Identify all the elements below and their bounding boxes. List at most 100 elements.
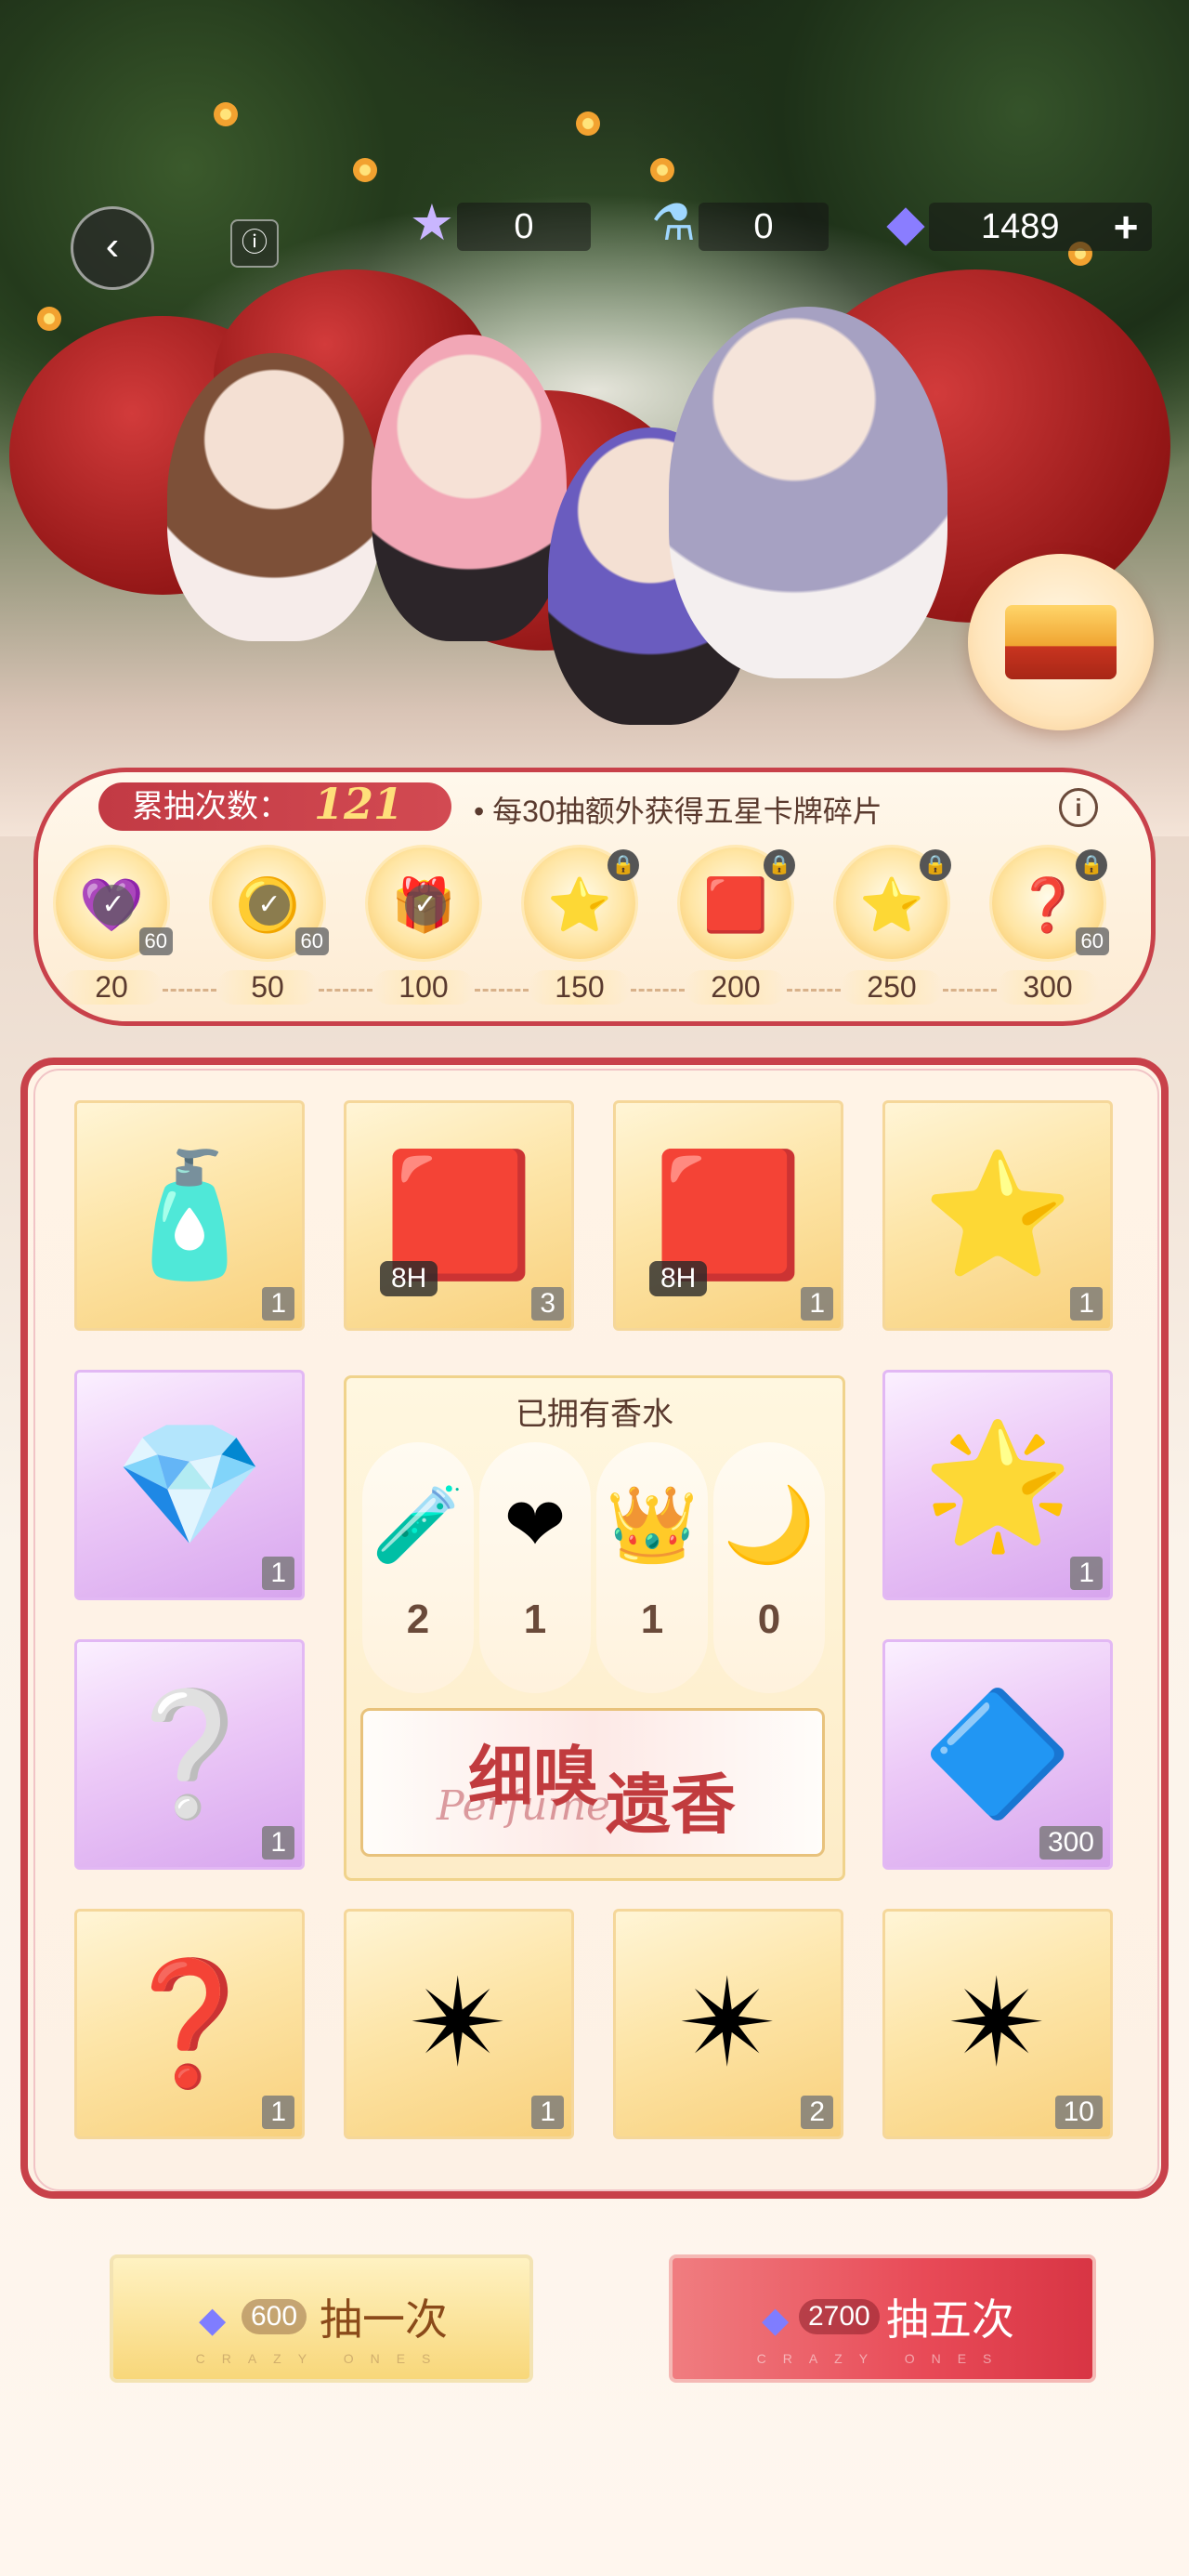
reward-tier-label: 200 (685, 970, 787, 1005)
mystery-gold-icon: ❓ (1015, 875, 1080, 934)
owned-perfume-slot[interactable]: 🧪 2 (362, 1442, 474, 1693)
tier-connector (787, 989, 841, 992)
rainbow-star-card[interactable]: ✴ 10 (882, 1909, 1113, 2139)
rainbow-star-card[interactable]: ✴ 2 (613, 1909, 843, 2139)
potion-currency-icon: ⚗ (650, 195, 697, 251)
mystery-perfume-card[interactable]: 🧴 1 (74, 1100, 305, 1331)
potion-currency-count: 0 (699, 203, 829, 251)
red-heart-perfume-icon: ❤ (503, 1483, 567, 1566)
star-currency-icon: ★ (409, 195, 455, 251)
add-diamond-button[interactable]: + (1102, 205, 1150, 249)
tier-connector (631, 989, 685, 992)
claimed-check-icon: ✓ (93, 885, 134, 926)
prize-quantity: 1 (1070, 1557, 1103, 1590)
prize-item-icon: ❓ (114, 1955, 265, 2091)
owned-perfume-slot[interactable]: 🌙 0 (713, 1442, 825, 1693)
reward-tier-label: 300 (997, 970, 1099, 1005)
gold-mystery-card[interactable]: ❓ 1 (74, 1909, 305, 2139)
purple-mystery-card[interactable]: ❔ 1 (74, 1639, 305, 1870)
claimed-check-icon: ✓ (249, 885, 290, 926)
reward-tier-label: 50 (216, 970, 319, 1005)
gold-star-medal-card[interactable]: 🌟 1 (882, 1370, 1113, 1600)
draw-once-label: 抽一次 (320, 2295, 448, 2344)
owned-perfume-count: 0 (757, 1597, 781, 1642)
reward-node[interactable]: ⭐ 🔒 (827, 848, 957, 963)
reward-quantity: 60 (1075, 927, 1109, 955)
rainbow-star-card[interactable]: ✴ 1 (344, 1909, 574, 2139)
reward-quantity: 60 (138, 927, 173, 955)
prize-quantity: 10 (1054, 2096, 1103, 2129)
red-cube-card[interactable]: 🟥 8H 3 (344, 1100, 574, 1331)
lock-icon: 🔒 (920, 849, 951, 881)
prize-quantity: 1 (262, 2096, 294, 2129)
prize-item-icon: ❔ (114, 1686, 265, 1821)
lock-icon: 🔒 (1076, 849, 1107, 881)
prize-quantity: 1 (531, 2096, 564, 2129)
prize-quantity: 1 (1070, 1287, 1103, 1321)
red-card-box-icon: 🟥 (703, 875, 768, 934)
lock-icon: 🔒 (764, 849, 795, 881)
tier-connector (943, 989, 997, 992)
reward-node[interactable]: 🎁✓ (359, 848, 489, 963)
star-icon: ⭐ (859, 875, 924, 934)
teal-bag-perfume-icon: 🧪 (372, 1483, 464, 1566)
prize-quantity: 1 (262, 1826, 294, 1860)
prize-quantity: 1 (262, 1557, 294, 1590)
reward-node[interactable]: 🟥 🔒 (671, 848, 801, 963)
diamond-icon: ◆ (199, 2301, 227, 2340)
reward-node[interactable]: 💜✓60 (46, 848, 176, 963)
reward-node[interactable]: ❓ 🔒 60 (983, 848, 1113, 963)
accumulate-info-icon[interactable]: i (1059, 788, 1098, 827)
prize-quantity: 3 (531, 1287, 564, 1321)
reward-tier-label: 20 (60, 970, 163, 1005)
star-card[interactable]: ⭐ 1 (882, 1100, 1113, 1331)
pool-info-button[interactable]: ⓘ (230, 219, 279, 268)
owned-perfume-title: 已拥有香水 (516, 1397, 673, 1432)
gold-crown-perfume-icon: 👑 (606, 1483, 699, 1566)
red-cube-card[interactable]: 🟥 8H 1 (613, 1100, 843, 1331)
reward-quantity: 60 (294, 927, 329, 955)
owned-perfume-count: 2 (406, 1597, 430, 1642)
blue-crystal-card[interactable]: 🔷 300 (882, 1639, 1113, 1870)
prize-timer: 8H (649, 1261, 708, 1296)
draw-five-label: 抽五次 (886, 2295, 1014, 2344)
prize-item-icon: 💎 (114, 1416, 265, 1552)
prize-item-icon: ✴ (947, 1955, 1049, 2091)
draw-five-cost: 2700 (799, 2299, 880, 2334)
prize-item-icon: 🧴 (114, 1147, 265, 1282)
reward-node[interactable]: ⭐ 🔒 (515, 848, 645, 963)
prize-quantity: 300 (1039, 1826, 1103, 1860)
gift-box-icon[interactable] (968, 554, 1154, 730)
prize-item-icon: 🔷 (922, 1686, 1073, 1821)
owned-perfume-slot[interactable]: 👑 1 (596, 1442, 708, 1693)
prize-item-icon: ✴ (408, 1955, 510, 2091)
purple-moon-perfume-icon: 🌙 (723, 1483, 816, 1566)
claimed-check-icon: ✓ (405, 885, 446, 926)
diamond-box-card[interactable]: 💎 1 (74, 1370, 305, 1600)
prize-item-icon: ⭐ (922, 1147, 1073, 1282)
prize-quantity: 1 (262, 1287, 294, 1321)
star-icon: ⭐ (547, 875, 612, 934)
owned-perfume-slot[interactable]: ❤ 1 (479, 1442, 591, 1693)
draw-once-cost: 600 (242, 2299, 307, 2334)
perfume-banner-title-2: 遗香 (606, 1766, 736, 1843)
perfume-banner-title-1: 细嗅 (468, 1738, 598, 1815)
prize-item-icon: 🌟 (922, 1416, 1073, 1552)
tier-connector (319, 989, 372, 992)
hero-artwork (0, 0, 1189, 836)
prize-timer: 8H (380, 1261, 438, 1296)
draw-once-button[interactable]: ◆ 600 抽一次 CRAZY ONES (110, 2254, 533, 2383)
accumulate-hint: • 每30抽额外获得五星卡牌碎片 (474, 795, 882, 828)
back-button[interactable]: ‹ (71, 206, 154, 290)
draw-five-tag: CRAZY ONES (756, 2351, 1009, 2366)
tier-connector (163, 989, 216, 992)
reward-tier-label: 150 (529, 970, 631, 1005)
prize-item-icon: ✴ (677, 1955, 779, 2091)
reward-tier-label: 100 (372, 970, 475, 1005)
draw-once-tag: CRAZY ONES (195, 2351, 448, 2366)
owned-perfume-count: 1 (640, 1597, 664, 1642)
star-currency-count: 0 (457, 203, 591, 251)
draw-five-button[interactable]: ◆ 2700 抽五次 CRAZY ONES (669, 2254, 1096, 2383)
lock-icon: 🔒 (608, 849, 639, 881)
reward-node[interactable]: 🟡✓60 (203, 848, 333, 963)
